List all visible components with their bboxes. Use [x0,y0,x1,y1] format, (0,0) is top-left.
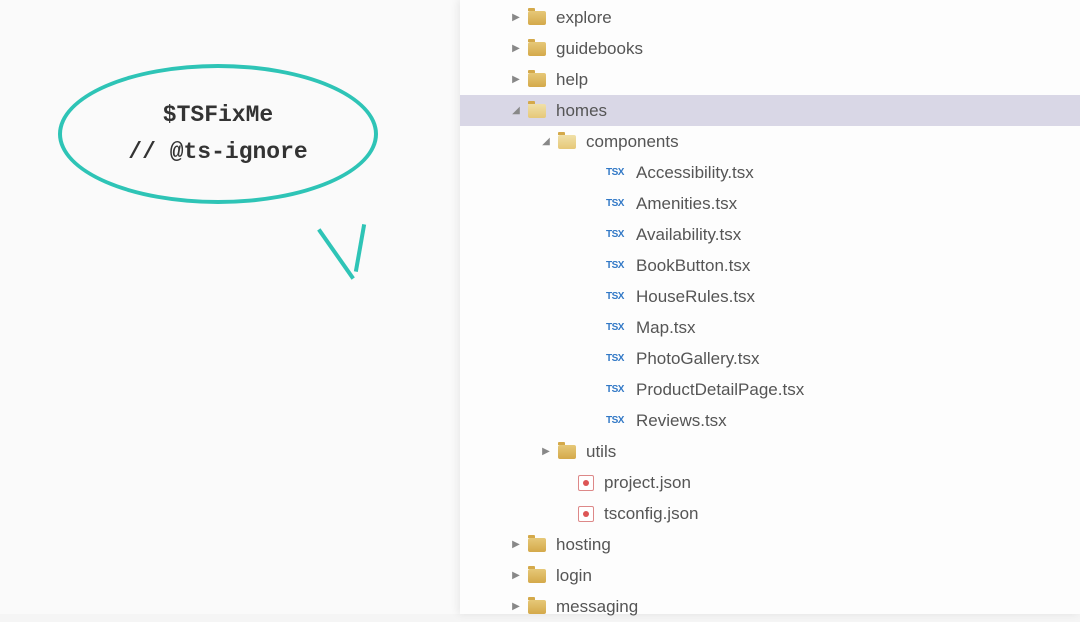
folder-icon [528,600,546,614]
tree-item-hosting[interactable]: ▶ hosting [460,529,1080,560]
tsx-file-icon: TSX [606,415,628,426]
chevron-right-icon[interactable]: ▶ [510,539,522,551]
tree-item-messaging[interactable]: ▶messaging [460,591,1080,622]
tsx-file-icon: TSX [606,260,628,271]
tree-item-components[interactable]: ◢ components [460,126,1080,157]
tree-item-label: help [556,70,588,90]
tsx-file-icon: TSX [606,198,628,209]
tree-item-label: PhotoGallery.tsx [636,349,759,369]
tree-item-map-tsx[interactable]: TSX Map.tsx [460,312,1080,343]
tree-item-label: login [556,566,592,586]
chevron-right-icon[interactable]: ▶ [510,74,522,86]
tree-item-utils[interactable]: ▶ utils [460,436,1080,467]
json-file-icon [578,506,594,522]
tsx-file-icon: TSX [606,167,628,178]
tree-item-bookbutton-tsx[interactable]: TSX BookButton.tsx [460,250,1080,281]
slide-area: $TSFixMe // @ts-ignore [0,0,460,614]
tree-item-label: Reviews.tsx [636,411,727,431]
tsx-file-icon: TSX [606,322,628,333]
json-file-icon [578,475,594,491]
bubble-outline: $TSFixMe // @ts-ignore [58,64,378,204]
tsx-file-icon: TSX [606,384,628,395]
tree-item-label: explore [556,8,612,28]
tree-item-project-json[interactable]: project.json [460,467,1080,498]
speech-bubble: $TSFixMe // @ts-ignore [58,64,378,204]
tree-item-tsconfig-json[interactable]: tsconfig.json [460,498,1080,529]
chevron-right-icon[interactable]: ▶ [510,570,522,582]
folder-icon [528,538,546,552]
tree-item-label: Availability.tsx [636,225,741,245]
folder-icon [528,104,546,118]
folder-icon [558,135,576,149]
tsx-file-icon: TSX [606,229,628,240]
code-line-2: // @ts-ignore [128,134,307,171]
tree-item-help[interactable]: ▶ help [460,64,1080,95]
chevron-right-icon[interactable]: ▶ [540,446,552,458]
tree-item-explore[interactable]: ▶ explore [460,2,1080,33]
chevron-right-icon[interactable]: ▶ [510,43,522,55]
tree-item-homes[interactable]: ◢ homes [460,95,1080,126]
code-line-1: $TSFixMe [163,97,273,134]
tree-item-label: homes [556,101,607,121]
tree-item-amenities-tsx[interactable]: TSX Amenities.tsx [460,188,1080,219]
tree-item-accessibility-tsx[interactable]: TSX Accessibility.tsx [460,157,1080,188]
tsx-file-icon: TSX [606,291,628,302]
tree-item-reviews-tsx[interactable]: TSX Reviews.tsx [460,405,1080,436]
folder-icon [528,73,546,87]
tree-item-availability-tsx[interactable]: TSX Availability.tsx [460,219,1080,250]
tree-item-houserules-tsx[interactable]: TSX HouseRules.tsx [460,281,1080,312]
tree-item-photogallery-tsx[interactable]: TSX PhotoGallery.tsx [460,343,1080,374]
tree-item-label: Accessibility.tsx [636,163,754,183]
chevron-right-icon[interactable]: ▶ [510,601,522,613]
tree-item-label: BookButton.tsx [636,256,750,276]
chevron-down-icon[interactable]: ◢ [510,105,522,117]
tree-item-label: components [586,132,679,152]
folder-icon [528,569,546,583]
tsx-file-icon: TSX [606,353,628,364]
tree-item-guidebooks[interactable]: ▶ guidebooks [460,33,1080,64]
folder-icon [528,42,546,56]
tree-item-label: Map.tsx [636,318,696,338]
tree-item-label: HouseRules.tsx [636,287,755,307]
tree-item-label: Amenities.tsx [636,194,737,214]
folder-icon [558,445,576,459]
tree-item-label: project.json [604,473,691,493]
tree-item-label: guidebooks [556,39,643,59]
chevron-down-icon[interactable]: ◢ [540,136,552,148]
tree-item-label: utils [586,442,616,462]
tree-item-label: tsconfig.json [604,504,699,524]
tree-item-productdetailpage-tsx[interactable]: TSX ProductDetailPage.tsx [460,374,1080,405]
folder-icon [528,11,546,25]
tree-item-label: ProductDetailPage.tsx [636,380,804,400]
file-tree-panel[interactable]: ▶ explore ▶ guidebooks ▶ help ◢ homes ◢ component… [460,0,1080,614]
tree-item-login[interactable]: ▶ login [460,560,1080,591]
tree-item-label: hosting [556,535,611,555]
chevron-right-icon[interactable]: ▶ [510,12,522,24]
